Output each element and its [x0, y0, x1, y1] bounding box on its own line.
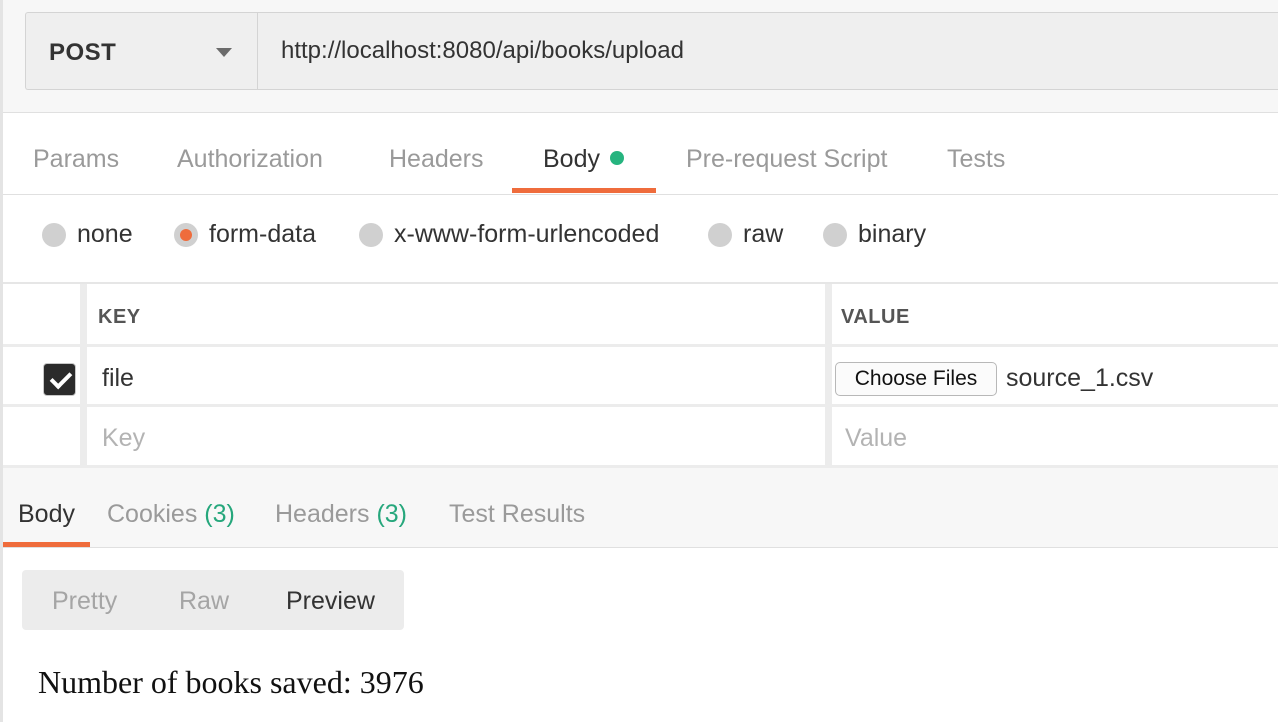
request-bar: POST http://localhost:8080/api/books/upl…	[3, 0, 1278, 112]
file-name: source_1.csv	[1006, 364, 1154, 392]
radio-binary[interactable]: binary	[823, 220, 926, 249]
new-key-input[interactable]: Key	[102, 424, 145, 453]
response-tab-body[interactable]: Body	[18, 468, 75, 548]
request-tabs: Params Authorization Headers Body Pre-re…	[3, 112, 1278, 194]
row-divider	[3, 404, 1278, 407]
response-tab-cookies[interactable]: Cookies (3)	[107, 468, 235, 548]
tab-body-label: Body	[543, 145, 600, 173]
url-text: http://localhost:8080/api/books/upload	[281, 37, 684, 64]
column-divider	[825, 284, 832, 468]
response-tab-headers[interactable]: Headers (3)	[275, 468, 407, 548]
radio-circle-icon	[823, 222, 847, 247]
cookies-count: (3)	[204, 500, 235, 528]
radio-label: raw	[743, 220, 784, 248]
radio-label: binary	[858, 220, 927, 248]
response-panel: Body Cookies (3) Headers (3) Test Result…	[3, 468, 1278, 722]
tab-label: Cookies	[107, 500, 198, 528]
column-header-key: KEY	[98, 306, 141, 328]
response-preview-text: Number of books saved: 3976	[38, 664, 424, 700]
view-mode-toggle: Pretty Raw Preview	[22, 570, 404, 630]
view-raw-button[interactable]: Raw	[179, 570, 229, 630]
tab-params[interactable]: Params	[33, 112, 119, 194]
radio-label: form-data	[209, 220, 316, 248]
divider	[3, 194, 1278, 195]
tab-authorization[interactable]: Authorization	[177, 112, 323, 194]
form-data-table: KEY VALUE file Choose Files source_1.csv…	[3, 282, 1278, 468]
url-input[interactable]: http://localhost:8080/api/books/upload	[257, 12, 1278, 90]
radio-circle-icon	[359, 222, 383, 247]
active-response-tab-underline	[3, 542, 90, 547]
status-dot-icon	[609, 151, 624, 165]
tab-headers[interactable]: Headers	[389, 112, 484, 194]
method-label: POST	[49, 39, 117, 66]
active-tab-underline	[512, 188, 656, 193]
column-divider	[80, 284, 87, 468]
radio-circle-icon	[708, 222, 732, 247]
column-header-value: VALUE	[841, 306, 910, 328]
radio-none[interactable]: none	[42, 220, 133, 249]
view-preview-button[interactable]: Preview	[286, 570, 375, 630]
radio-label: none	[77, 220, 133, 248]
radio-raw[interactable]: raw	[708, 220, 783, 249]
row-enabled-checkbox[interactable]	[43, 363, 76, 396]
chevron-down-icon	[216, 48, 232, 57]
choose-files-button[interactable]: Choose Files	[835, 362, 997, 396]
radio-form-data[interactable]: form-data	[174, 220, 316, 249]
response-tab-test-results[interactable]: Test Results	[449, 468, 585, 548]
radio-label: x-www-form-urlencoded	[394, 220, 660, 248]
tab-body[interactable]: Body	[543, 112, 624, 194]
response-tabs: Body Cookies (3) Headers (3) Test Result…	[3, 468, 1278, 548]
key-cell[interactable]: file	[102, 364, 134, 393]
headers-count: (3)	[376, 500, 408, 528]
view-pretty-button[interactable]: Pretty	[52, 570, 117, 630]
row-divider	[3, 344, 1278, 347]
body-type-options: none form-data x-www-form-urlencoded raw…	[3, 196, 1278, 282]
radio-x-www-form-urlencoded[interactable]: x-www-form-urlencoded	[359, 220, 659, 249]
method-select[interactable]: POST	[25, 12, 257, 90]
tab-tests[interactable]: Tests	[947, 112, 1005, 194]
tab-pre-request-script[interactable]: Pre-request Script	[686, 112, 887, 194]
radio-selected-icon	[174, 222, 198, 247]
new-value-input[interactable]: Value	[845, 424, 907, 453]
radio-circle-icon	[42, 222, 66, 247]
tab-label: Headers	[275, 500, 370, 528]
